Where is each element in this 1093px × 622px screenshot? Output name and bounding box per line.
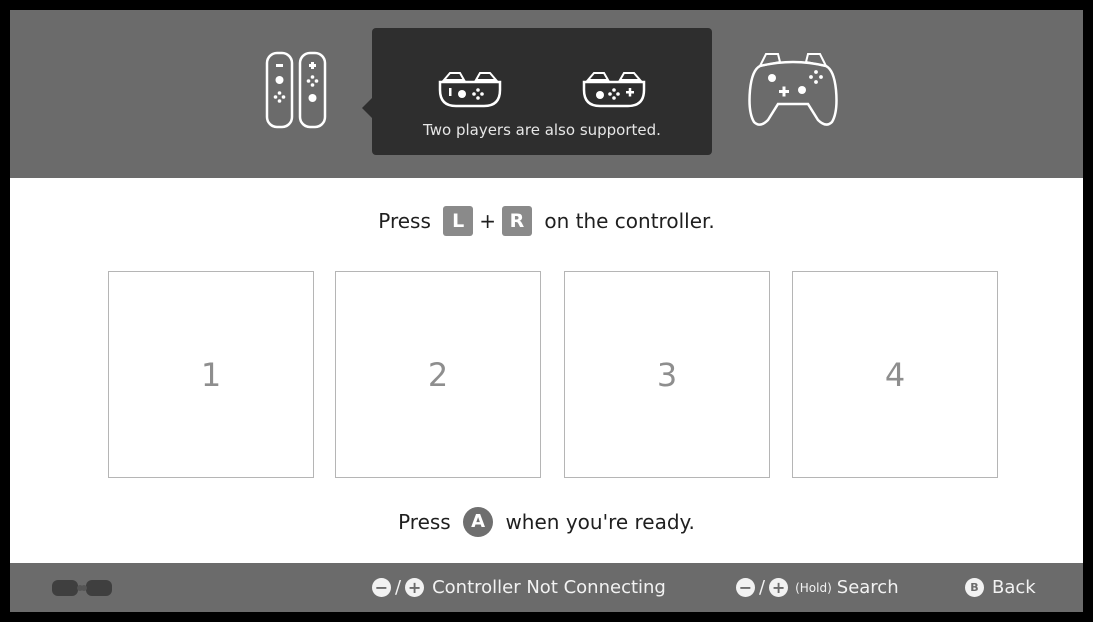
back-label: Back [992, 577, 1036, 598]
joycon-sideways-right-icon [582, 72, 646, 108]
ready-suffix: when you're ready. [505, 510, 695, 534]
pro-controller-icon [748, 53, 838, 126]
hold-search-button[interactable]: − / + (Hold) Search [736, 563, 899, 612]
r-button-glyph: R [502, 206, 532, 236]
controller-not-connecting-label: Controller Not Connecting [432, 577, 666, 598]
player-slot-2[interactable]: 2 [335, 271, 541, 478]
instruction-suffix: on the controller. [544, 209, 715, 233]
l-button-glyph: L [443, 206, 474, 236]
footer-controller-icon [52, 580, 112, 596]
header-bar: Two players are also supported. [10, 10, 1083, 178]
joycon-sideways-left-icon [438, 72, 502, 108]
minus-button-icon: − [372, 578, 391, 597]
plus-button-icon: + [405, 578, 425, 597]
controller-setup-screen: Two players are also supported. Press L +… [10, 10, 1083, 612]
a-button-glyph: A [463, 507, 494, 537]
plus-button-icon: + [769, 578, 789, 597]
tooltip-arrow [362, 98, 372, 118]
b-button-icon: B [965, 578, 984, 597]
player-slot-3[interactable]: 3 [564, 271, 770, 478]
press-lr-instruction: Press L + R on the controller. [10, 206, 1083, 236]
back-button[interactable]: B Back [965, 563, 1036, 612]
controller-not-connecting-button[interactable]: − / + Controller Not Connecting [372, 563, 666, 612]
two-player-tooltip: Two players are also supported. [362, 28, 712, 155]
joycon-pair-icon [265, 51, 327, 129]
plus-sign: + [479, 209, 496, 233]
tooltip-text: Two players are also supported. [423, 121, 661, 139]
ready-prefix: Press [398, 510, 451, 534]
minus-button-icon: − [736, 578, 755, 597]
player-slot-1[interactable]: 1 [108, 271, 314, 478]
hold-hint: (Hold) [795, 580, 832, 595]
search-label: Search [836, 577, 899, 598]
slash-separator: / [395, 577, 402, 598]
slash-separator: / [759, 577, 766, 598]
footer-bar: − / + Controller Not Connecting − / + (H… [10, 563, 1083, 612]
instruction-prefix: Press [378, 209, 431, 233]
press-a-instruction: Press A when you're ready. [10, 507, 1083, 537]
player-slot-4[interactable]: 4 [792, 271, 998, 478]
